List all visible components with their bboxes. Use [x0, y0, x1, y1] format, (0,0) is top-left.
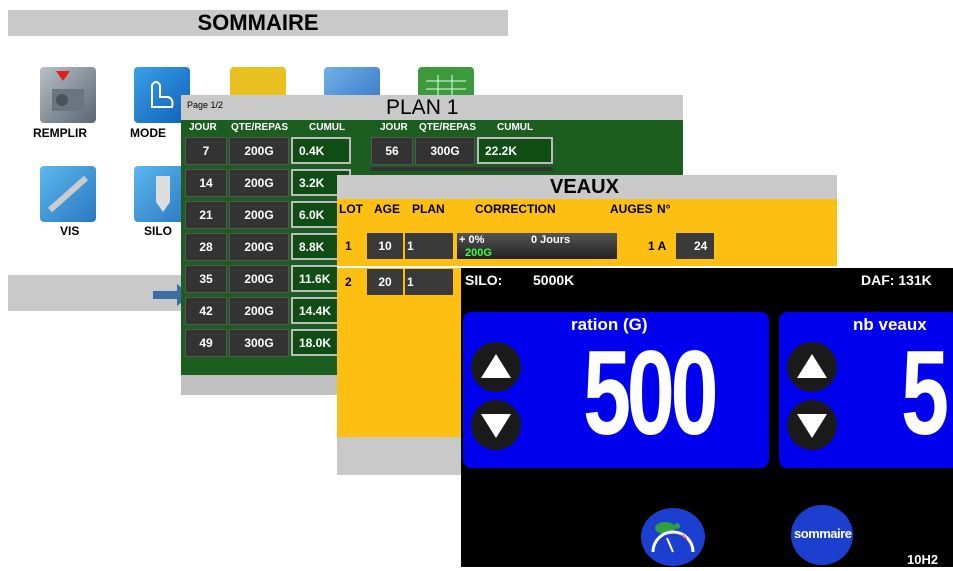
veaux-plan-cell[interactable]: 1 [405, 233, 453, 259]
plan-jour-cell[interactable]: 14 [185, 169, 227, 197]
plan-jour-cell[interactable]: 7 [185, 137, 227, 165]
plan-qte-cell[interactable]: 200G [229, 265, 289, 293]
plan-cumul-cell: 22.2K [477, 137, 553, 164]
sommaire-title: SOMMAIRE [8, 10, 508, 36]
veaux-lot-cell: 1 [345, 239, 352, 253]
nb-veaux-increase-button[interactable] [787, 342, 837, 392]
ration-increase-button[interactable] [471, 342, 521, 392]
plan-row-divider [371, 167, 553, 171]
plan-header-cumul-2: CUMUL [497, 122, 534, 133]
veaux-plan-cell[interactable]: 1 [405, 269, 453, 295]
plan-page-indicator: Page 1/2 [187, 100, 224, 110]
sommaire-label-silo: SILO [144, 224, 173, 238]
silo-value: 5000K [533, 272, 575, 288]
veaux-title: VEAUX [550, 176, 619, 198]
veaux-header-lot: LOT [339, 202, 363, 216]
screw-auger-icon[interactable] [40, 166, 96, 222]
plan-header-jour: JOUR [189, 122, 217, 133]
plan-jour-cell[interactable]: 21 [185, 201, 227, 229]
plan-qte-cell[interactable]: 200G [229, 137, 289, 165]
veaux-correction-qty: 200G [465, 247, 492, 259]
plan-qte-cell[interactable]: 200G [229, 201, 289, 229]
plan-header-cumul: CUMUL [309, 122, 346, 133]
veaux-correction-percent: + 0% [459, 234, 485, 246]
plan-qte-cell[interactable]: 200G [229, 297, 289, 325]
plan-cumul-cell: 0.4K [291, 137, 351, 164]
ration-decrease-button[interactable] [471, 400, 521, 450]
plan-header-qte-2: QTE/REPAS [419, 122, 477, 133]
veaux-age-cell[interactable]: 20 [367, 269, 403, 295]
veaux-header-plan: PLAN [412, 202, 445, 216]
veaux-header-age: AGE [374, 202, 401, 216]
plan-qte-cell[interactable]: 300G [415, 137, 475, 165]
veaux-auges-cell: 1 A [648, 239, 667, 253]
plan-jour-cell[interactable]: 35 [185, 265, 227, 293]
veaux-num-cell[interactable]: 24 [676, 233, 714, 259]
plan-qte-cell[interactable]: 300G [229, 329, 289, 357]
plan-qte-cell[interactable]: 200G [229, 169, 289, 197]
plan-jour-cell[interactable]: 49 [185, 329, 227, 357]
sommaire-button-label: sommaire [794, 526, 852, 541]
clock-time: 10H2 [907, 552, 939, 567]
veaux-header-correction: CORRECTION [475, 202, 556, 216]
plan-qte-cell[interactable]: 200G [229, 233, 289, 261]
fill-machine-icon[interactable] [40, 67, 96, 123]
plan-header-jour-2: JOUR [380, 122, 408, 133]
silo-label: SILO: [465, 272, 503, 288]
veaux-age-cell[interactable]: 10 [367, 233, 403, 259]
sommaire-label-mode: MODE [130, 126, 166, 140]
turtle-gauge-icon[interactable]: ✎ [641, 508, 705, 566]
veaux-header-num: N° [657, 202, 671, 216]
daf-value: DAF: 131K [861, 272, 932, 288]
veaux-correction-days: 0 Jours [531, 234, 571, 246]
plan-jour-cell[interactable]: 28 [185, 233, 227, 261]
nb-veaux-decrease-button[interactable] [787, 400, 837, 450]
dosage-window: SILO: 5000K DAF: 131K ration (G) 500 nb … [461, 268, 953, 567]
plan-jour-cell[interactable]: 56 [371, 137, 413, 165]
plan-title: PLAN 1 [386, 96, 459, 119]
plan-jour-cell[interactable]: 42 [185, 297, 227, 325]
nb-veaux-value: 5 [901, 326, 950, 460]
plan-header-qte: QTE/REPAS [231, 122, 289, 133]
ration-value: 500 [583, 326, 719, 460]
svg-text:✎: ✎ [681, 533, 688, 542]
veaux-header-auges: AUGES [610, 202, 653, 216]
sommaire-label-remplir: REMPLIR [33, 126, 87, 140]
sommaire-label-vis: VIS [60, 224, 80, 238]
veaux-lot-cell: 2 [345, 275, 352, 289]
